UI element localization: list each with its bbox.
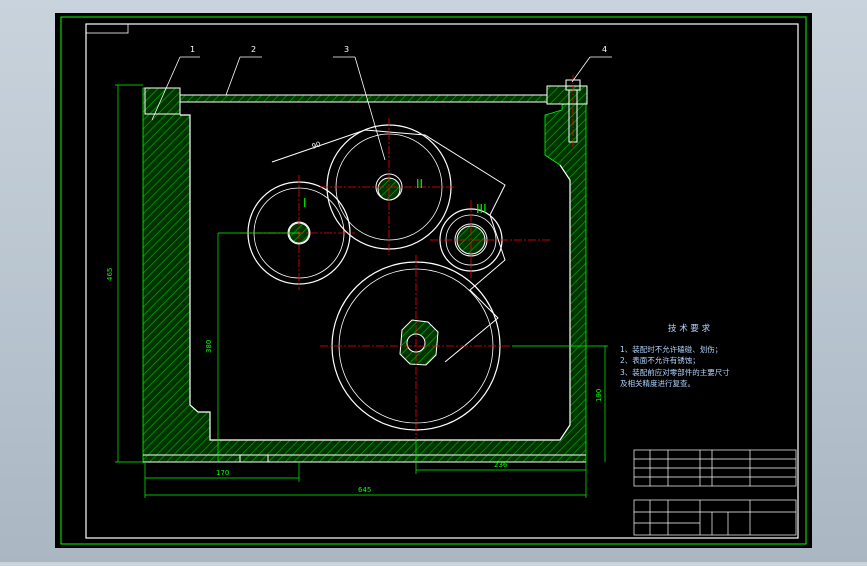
top-cover xyxy=(179,94,548,103)
callout-4: 4 xyxy=(602,45,607,54)
shaft-label-iii: III xyxy=(476,202,487,216)
dim-width-left: 170 xyxy=(216,469,229,477)
right-flange xyxy=(546,85,588,105)
note-line-1: 1、装配时不允许磕碰、划伤； xyxy=(620,344,722,354)
shaft-label-ii: II xyxy=(416,177,423,191)
note-line-4: 及相关精度进行复查。 xyxy=(620,378,695,388)
drawing-canvas: I II III 1 2 3 4 465 380 190 170 236 645… xyxy=(55,13,812,548)
cad-viewport: I II III 1 2 3 4 465 380 190 170 236 645… xyxy=(0,0,867,562)
left-flange xyxy=(144,87,181,115)
dim-height-center: 380 xyxy=(205,340,213,353)
note-line-2: 2、表面不允许有锈蚀； xyxy=(620,355,700,365)
dim-height-left: 465 xyxy=(106,268,114,281)
callout-2: 2 xyxy=(251,45,256,54)
callout-1: 1 xyxy=(190,45,195,54)
note-line-3: 3、装配前应对零部件的主要尺寸 xyxy=(620,367,730,377)
callout-3: 3 xyxy=(344,45,349,54)
dim-width-total: 645 xyxy=(358,486,371,494)
notes-title: 技 术 要 求 xyxy=(668,323,711,334)
dim-width-right: 236 xyxy=(494,461,508,469)
shaft-label-i: I xyxy=(303,196,307,210)
dim-height-right: 190 xyxy=(595,389,603,402)
